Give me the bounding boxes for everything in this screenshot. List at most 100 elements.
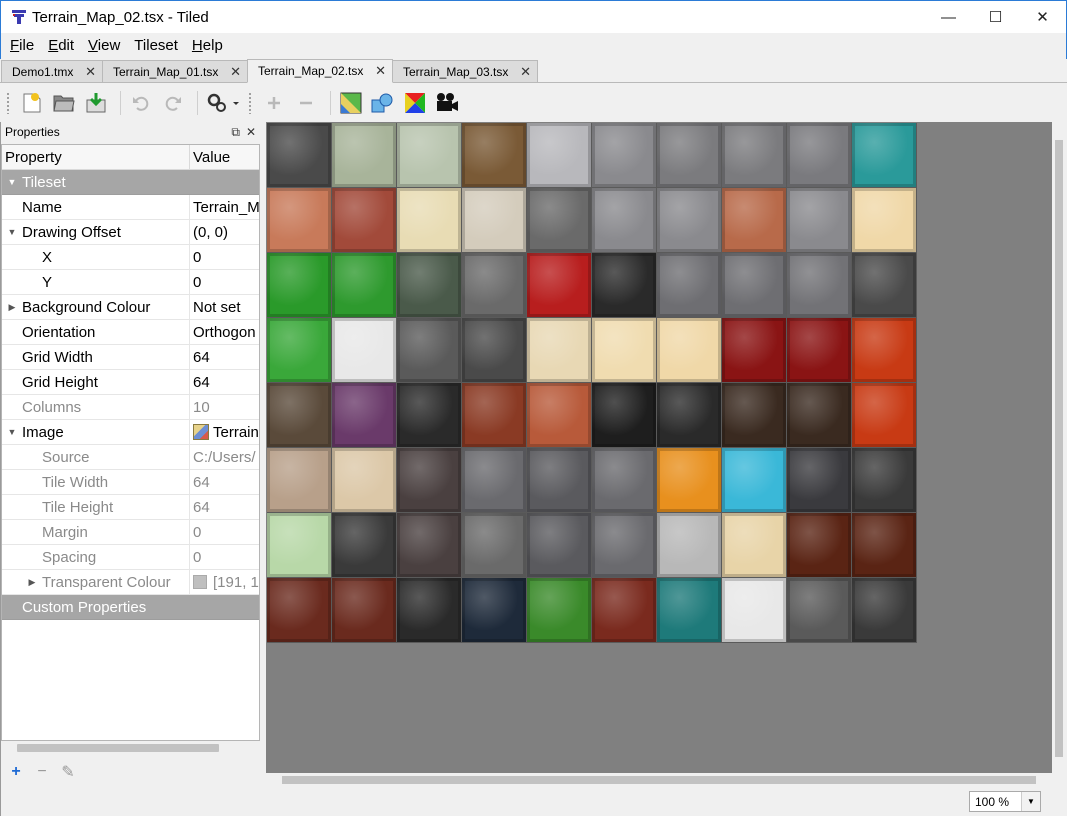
- tileset-tile[interactable]: [657, 513, 722, 578]
- tileset-tile[interactable]: [397, 188, 462, 253]
- property-row[interactable]: Grid Height 64: [2, 370, 259, 395]
- expand-arrow-icon[interactable]: ▼: [2, 427, 22, 437]
- property-row[interactable]: Columns 10: [2, 395, 259, 420]
- redo-icon[interactable]: [159, 89, 187, 117]
- tileset-tile[interactable]: [527, 383, 592, 448]
- tileset-tile[interactable]: [527, 513, 592, 578]
- property-value-cell[interactable]: 64: [190, 345, 259, 369]
- tileset-tile[interactable]: [397, 123, 462, 188]
- tileset-tile[interactable]: [527, 253, 592, 318]
- tileset-tile[interactable]: [267, 188, 332, 253]
- tileset-tile[interactable]: [397, 448, 462, 513]
- tileset-tile[interactable]: [527, 578, 592, 643]
- close-icon[interactable]: ✕: [375, 63, 386, 79]
- scrollbar-thumb[interactable]: [17, 744, 219, 752]
- property-value-cell[interactable]: 0: [190, 245, 259, 269]
- menu-view[interactable]: View: [81, 34, 127, 58]
- tileset-tile[interactable]: [592, 513, 657, 578]
- tileset-tile[interactable]: [722, 448, 787, 513]
- property-row[interactable]: Name Terrain_M: [2, 195, 259, 220]
- tileset-tile[interactable]: [462, 383, 527, 448]
- tab-terrain-map-01[interactable]: Terrain_Map_01.tsx ✕: [102, 60, 248, 82]
- tileset-tile[interactable]: [787, 123, 852, 188]
- close-icon[interactable]: ✕: [85, 64, 96, 80]
- menu-file[interactable]: File: [3, 34, 41, 58]
- tileset-tile[interactable]: [852, 253, 917, 318]
- tab-terrain-map-02[interactable]: Terrain_Map_02.tsx ✕: [247, 59, 393, 83]
- property-value-cell[interactable]: Terrain: [190, 420, 259, 444]
- tileset-tile[interactable]: [657, 448, 722, 513]
- menu-tileset[interactable]: Tileset: [127, 34, 185, 58]
- zoom-select[interactable]: 100 % ▼: [969, 791, 1041, 812]
- property-value-cell[interactable]: Orthogon: [190, 320, 259, 344]
- property-value-cell[interactable]: Not set: [190, 295, 259, 319]
- properties-horizontal-scrollbar[interactable]: [1, 741, 260, 755]
- add-tile-icon[interactable]: [260, 89, 288, 117]
- tileset-tile[interactable]: [267, 253, 332, 318]
- undo-icon[interactable]: [127, 89, 155, 117]
- tileset-tile[interactable]: [852, 123, 917, 188]
- collision-icon[interactable]: [369, 89, 397, 117]
- tileset-tile[interactable]: [462, 318, 527, 383]
- tileset-tile[interactable]: [462, 448, 527, 513]
- tileset-vertical-scrollbar[interactable]: [1052, 122, 1067, 773]
- tileset-tile[interactable]: [267, 578, 332, 643]
- property-row[interactable]: ▼ Drawing Offset (0, 0): [2, 220, 259, 245]
- new-file-icon[interactable]: [18, 89, 46, 117]
- tileset-tile[interactable]: [462, 123, 527, 188]
- collapse-arrow-icon[interactable]: ▶: [22, 577, 42, 588]
- property-value-cell[interactable]: Terrain_M: [190, 195, 259, 219]
- tab-terrain-map-03[interactable]: Terrain_Map_03.tsx ✕: [392, 60, 538, 82]
- tileset-tile[interactable]: [397, 383, 462, 448]
- property-value-cell[interactable]: (0, 0): [190, 220, 259, 244]
- open-file-icon[interactable]: [50, 89, 78, 117]
- terrain-icon[interactable]: [337, 89, 365, 117]
- rename-property-icon[interactable]: ✎: [60, 762, 76, 782]
- tileset-tile[interactable]: [852, 513, 917, 578]
- animation-icon[interactable]: [433, 89, 461, 117]
- tileset-tile[interactable]: [592, 448, 657, 513]
- maximize-button[interactable]: ☐: [972, 1, 1019, 33]
- value-column-header[interactable]: Value: [190, 145, 259, 169]
- toolbar-grip[interactable]: [248, 92, 252, 114]
- property-value-cell[interactable]: 0: [190, 270, 259, 294]
- property-row[interactable]: ▶ Background Colour Not set: [2, 295, 259, 320]
- remove-property-icon[interactable]: −: [34, 763, 50, 781]
- property-value-cell[interactable]: 64: [190, 370, 259, 394]
- tileset-view[interactable]: [266, 122, 1052, 773]
- tileset-tile[interactable]: [267, 123, 332, 188]
- automap-icon[interactable]: [204, 89, 244, 117]
- tileset-tile[interactable]: [462, 578, 527, 643]
- tileset-tile[interactable]: [332, 123, 397, 188]
- tileset-tile[interactable]: [722, 123, 787, 188]
- tileset-tile[interactable]: [657, 318, 722, 383]
- tileset-tile[interactable]: [332, 188, 397, 253]
- menu-help[interactable]: Help: [185, 34, 230, 58]
- tileset-tile[interactable]: [397, 318, 462, 383]
- tileset-tile[interactable]: [657, 383, 722, 448]
- tileset-tile[interactable]: [332, 383, 397, 448]
- tileset-grid[interactable]: [267, 123, 917, 643]
- tileset-tile[interactable]: [527, 448, 592, 513]
- tileset-tile[interactable]: [852, 448, 917, 513]
- expand-arrow-icon[interactable]: ▼: [2, 227, 22, 237]
- wang-icon[interactable]: [401, 89, 429, 117]
- property-row[interactable]: Margin 0: [2, 520, 259, 545]
- tileset-tile[interactable]: [787, 448, 852, 513]
- minimize-button[interactable]: —: [925, 1, 972, 33]
- property-row[interactable]: Grid Width 64: [2, 345, 259, 370]
- collapse-arrow-icon[interactable]: ▶: [2, 302, 22, 313]
- chevron-down-icon[interactable]: ▼: [1021, 792, 1040, 811]
- property-row[interactable]: Tile Width 64: [2, 470, 259, 495]
- property-row[interactable]: ▼ Image Terrain: [2, 420, 259, 445]
- tileset-tile[interactable]: [267, 383, 332, 448]
- property-row[interactable]: Orientation Orthogon: [2, 320, 259, 345]
- tileset-tile[interactable]: [397, 513, 462, 578]
- tileset-tile[interactable]: [527, 318, 592, 383]
- tileset-tile[interactable]: [397, 253, 462, 318]
- property-row[interactable]: Spacing 0: [2, 545, 259, 570]
- property-group-row[interactable]: Custom Properties: [2, 595, 259, 620]
- tileset-tile[interactable]: [592, 253, 657, 318]
- tileset-tile[interactable]: [787, 188, 852, 253]
- tileset-tile[interactable]: [462, 513, 527, 578]
